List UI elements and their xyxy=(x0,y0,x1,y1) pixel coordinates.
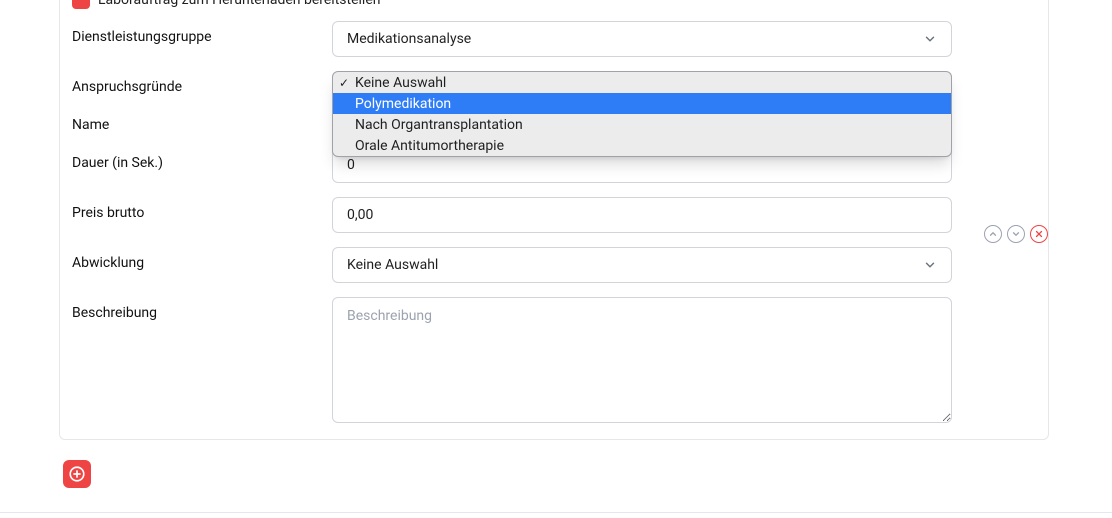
move-up-button[interactable] xyxy=(984,225,1002,243)
row-abwicklung: Abwicklung Keine Auswahl xyxy=(72,247,1036,283)
card-header: Laborauftrag zum Herunterladen bereitste… xyxy=(60,0,1048,11)
input-preis[interactable] xyxy=(332,197,952,233)
label-beschreibung: Beschreibung xyxy=(72,297,332,321)
row-dienstleistungsgruppe: Dienstleistungsgruppe Medikationsanalyse xyxy=(72,21,1036,57)
row-actions xyxy=(984,225,1048,243)
select-dienstleistungsgruppe[interactable]: Medikationsanalyse xyxy=(332,21,952,57)
dropdown-option-keine-auswahl[interactable]: ✓ Keine Auswahl xyxy=(333,72,951,93)
label-name: Name xyxy=(72,109,332,133)
dropdown-option-polymedikation[interactable]: Polymedikation xyxy=(333,93,951,114)
label-dauer: Dauer (in Sek.) xyxy=(72,147,332,171)
check-icon: ✓ xyxy=(339,77,349,89)
service-card: Laborauftrag zum Herunterladen bereitste… xyxy=(59,0,1049,440)
label-preis: Preis brutto xyxy=(72,197,332,221)
select-dienstleistungsgruppe-value: Medikationsanalyse xyxy=(347,31,471,47)
row-anspruchsgruende: Anspruchsgründe ✓ Keine Auswahl Polymedi… xyxy=(72,71,1036,95)
page-divider xyxy=(0,512,1112,513)
remove-button[interactable] xyxy=(1030,225,1048,243)
label-abwicklung: Abwicklung xyxy=(72,247,332,271)
chevron-down-icon xyxy=(923,32,937,46)
textarea-beschreibung[interactable] xyxy=(332,297,952,423)
dropdown-option-label: Polymedikation xyxy=(355,96,451,112)
row-preis: Preis brutto xyxy=(72,197,1036,233)
row-beschreibung: Beschreibung xyxy=(72,297,1036,427)
header-title: Laborauftrag zum Herunterladen bereitste… xyxy=(98,0,380,8)
service-form: Dienstleistungsgruppe Medikationsanalyse… xyxy=(60,11,1048,427)
dropdown-option-orale-antitumortherapie[interactable]: Orale Antitumortherapie xyxy=(333,135,951,156)
close-icon xyxy=(1034,229,1044,239)
move-down-button[interactable] xyxy=(1007,225,1025,243)
select-abwicklung-value: Keine Auswahl xyxy=(347,257,438,273)
dropdown-option-nach-organtransplantation[interactable]: Nach Organtransplantation xyxy=(333,114,951,135)
dropdown-option-label: Nach Organtransplantation xyxy=(355,117,523,133)
dropdown-option-label: Orale Antitumortherapie xyxy=(355,138,504,154)
select-abwicklung[interactable]: Keine Auswahl xyxy=(332,247,952,283)
chevron-down-icon xyxy=(923,258,937,272)
header-badge xyxy=(72,0,90,9)
label-dienstleistungsgruppe: Dienstleistungsgruppe xyxy=(72,21,332,45)
chevron-up-icon xyxy=(988,229,998,239)
dropdown-option-label: Keine Auswahl xyxy=(355,75,446,91)
chevron-down-icon xyxy=(1011,229,1021,239)
label-anspruchsgruende: Anspruchsgründe xyxy=(72,71,332,95)
plus-circle-icon xyxy=(68,465,86,483)
add-button[interactable] xyxy=(63,460,91,488)
dropdown-anspruchsgruende[interactable]: ✓ Keine Auswahl Polymedikation Nach Orga… xyxy=(332,71,952,157)
